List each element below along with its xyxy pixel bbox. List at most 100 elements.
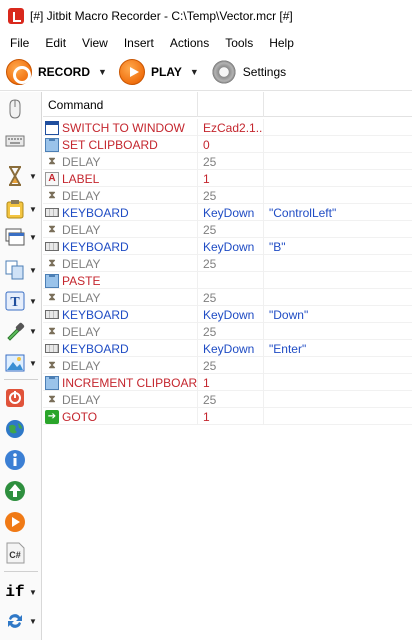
text-dropdown-icon[interactable]: ▼ [29, 297, 37, 306]
paste-icon [45, 273, 59, 288]
menu-insert[interactable]: Insert [116, 36, 162, 50]
insert-if-button[interactable]: if ▼ [4, 579, 40, 605]
eyedropper-dropdown-icon[interactable]: ▼ [29, 327, 37, 336]
insert-loop-button[interactable]: ▼ [4, 608, 40, 634]
settings-button[interactable]: Settings [207, 55, 290, 89]
table-row[interactable]: SWITCH TO WINDOW EzCad2.1... [43, 119, 412, 136]
menu-tools[interactable]: Tools [217, 36, 261, 50]
param1-cell: 25 [198, 357, 264, 374]
goto-icon: ➔ [45, 409, 59, 424]
table-row[interactable]: KEYBOARD KeyDown "Enter" [43, 340, 412, 357]
delay-dropdown-icon[interactable]: ▼ [29, 172, 37, 181]
image-dropdown-icon[interactable]: ▼ [29, 359, 37, 368]
param1-cell: 1 [198, 170, 264, 187]
table-row[interactable]: ⧗ DELAY 25 [43, 323, 412, 340]
record-button[interactable]: RECORD ▼ [2, 55, 111, 89]
param1-cell: 25 [198, 153, 264, 170]
window-title: [#] Jitbit Macro Recorder - C:\Temp\Vect… [30, 9, 293, 23]
command-cell: ⧗ DELAY [43, 323, 198, 340]
table-row[interactable]: ⧗ DELAY 25 [43, 357, 412, 374]
menu-bar: File Edit View Insert Actions Tools Help [0, 32, 412, 53]
table-row[interactable]: ⧗ DELAY 25 [43, 153, 412, 170]
insert-delay-button[interactable]: ▼ [4, 163, 40, 189]
param1-cell: 1 [198, 374, 264, 391]
command-cell: ⧗ DELAY [43, 221, 198, 238]
command-name: DELAY [62, 154, 101, 169]
command-name: DELAY [62, 324, 101, 339]
delay-icon: ⧗ [48, 326, 56, 337]
command-cell: ➔ GOTO [43, 408, 198, 425]
clipboard-icon [45, 375, 59, 390]
table-row[interactable]: ⧗ DELAY 25 [43, 255, 412, 272]
command-cell: SET CLIPBOARD [43, 136, 198, 153]
table-row[interactable]: ➔ GOTO 1 [43, 408, 412, 425]
insert-window-button[interactable]: ▼ [4, 224, 40, 250]
text-icon: T [4, 290, 26, 312]
record-dropdown-icon[interactable]: ▼ [98, 67, 107, 77]
param1-cell: KeyDown [198, 204, 264, 221]
menu-help[interactable]: Help [261, 36, 302, 50]
table-row[interactable]: ⧗ DELAY 25 [43, 187, 412, 204]
command-cell: ⧗ DELAY [43, 187, 198, 204]
grid-header: Command [43, 92, 412, 117]
column-header-param1[interactable] [198, 92, 264, 117]
menu-edit[interactable]: Edit [37, 36, 74, 50]
param1-cell: 25 [198, 221, 264, 238]
clipboard-dropdown-icon[interactable]: ▼ [29, 205, 37, 214]
web-icon [4, 418, 26, 440]
command-name: KEYBOARD [62, 341, 129, 356]
insert-code-button[interactable]: C# [4, 540, 40, 566]
table-row[interactable]: KEYBOARD KeyDown "ControlLeft" [43, 204, 412, 221]
gear-icon [210, 58, 237, 85]
insert-message-button[interactable] [4, 447, 40, 473]
command-name: KEYBOARD [62, 239, 129, 254]
param2-cell: "ControlLeft" [269, 205, 337, 220]
table-row[interactable]: SET CLIPBOARD 0 [43, 136, 412, 153]
csharp-text: C# [9, 550, 21, 560]
command-name: DELAY [62, 358, 101, 373]
delay-icon: ⧗ [48, 190, 56, 201]
table-row[interactable]: PASTE [43, 272, 412, 289]
insert-clipboard-button[interactable]: ▼ [4, 196, 40, 222]
param1-cell: KeyDown [198, 306, 264, 323]
if-dropdown-icon[interactable]: ▼ [29, 588, 37, 597]
play-button[interactable]: PLAY ▼ [115, 55, 203, 89]
menu-actions[interactable]: Actions [162, 36, 217, 50]
insert-web-button[interactable] [4, 416, 40, 442]
copy-dropdown-icon[interactable]: ▼ [29, 266, 37, 275]
window-dropdown-icon[interactable]: ▼ [29, 233, 37, 242]
param2-cell [264, 119, 412, 136]
run-program-icon [4, 480, 26, 502]
insert-play-macro-button[interactable] [4, 509, 40, 535]
loop-dropdown-icon[interactable]: ▼ [29, 617, 37, 626]
table-row[interactable]: INCREMENT CLIPBOARD 1 [43, 374, 412, 391]
table-row[interactable]: KEYBOARD KeyDown "Down" [43, 306, 412, 323]
param2-cell [264, 221, 412, 238]
table-row[interactable]: ⧗ DELAY 25 [43, 221, 412, 238]
insert-stop-button[interactable] [4, 385, 40, 411]
command-cell: SWITCH TO WINDOW [43, 119, 198, 136]
insert-pixel-color-button[interactable]: ▼ [4, 318, 40, 344]
param2-cell [264, 187, 412, 204]
insert-text-button[interactable]: T ▼ [4, 288, 40, 314]
table-row[interactable]: A LABEL 1 [43, 170, 412, 187]
table-row[interactable]: ⧗ DELAY 25 [43, 289, 412, 306]
table-row[interactable]: KEYBOARD KeyDown "B" [43, 238, 412, 255]
insert-mouse-button[interactable] [4, 96, 40, 122]
macro-grid[interactable]: Command SWITCH TO WINDOW EzCad2.1... SET C… [43, 92, 412, 640]
column-header-param2[interactable] [264, 92, 412, 117]
insert-run-button[interactable] [4, 478, 40, 504]
table-row[interactable]: ⧗ DELAY 25 [43, 391, 412, 408]
column-header-command[interactable]: Command [43, 92, 198, 117]
insert-image-button[interactable]: ▼ [4, 350, 40, 376]
delay-icon: ⧗ [48, 156, 56, 167]
command-cell: A LABEL [43, 170, 198, 187]
insert-keyboard-button[interactable] [4, 128, 40, 154]
play-dropdown-icon[interactable]: ▼ [190, 67, 199, 77]
menu-view[interactable]: View [74, 36, 116, 50]
menu-file[interactable]: File [0, 36, 37, 50]
param2-cell [264, 323, 412, 340]
insert-copy-button[interactable]: ▼ [4, 257, 40, 283]
command-name: PASTE [62, 273, 101, 288]
keyboard-icon [45, 344, 59, 353]
